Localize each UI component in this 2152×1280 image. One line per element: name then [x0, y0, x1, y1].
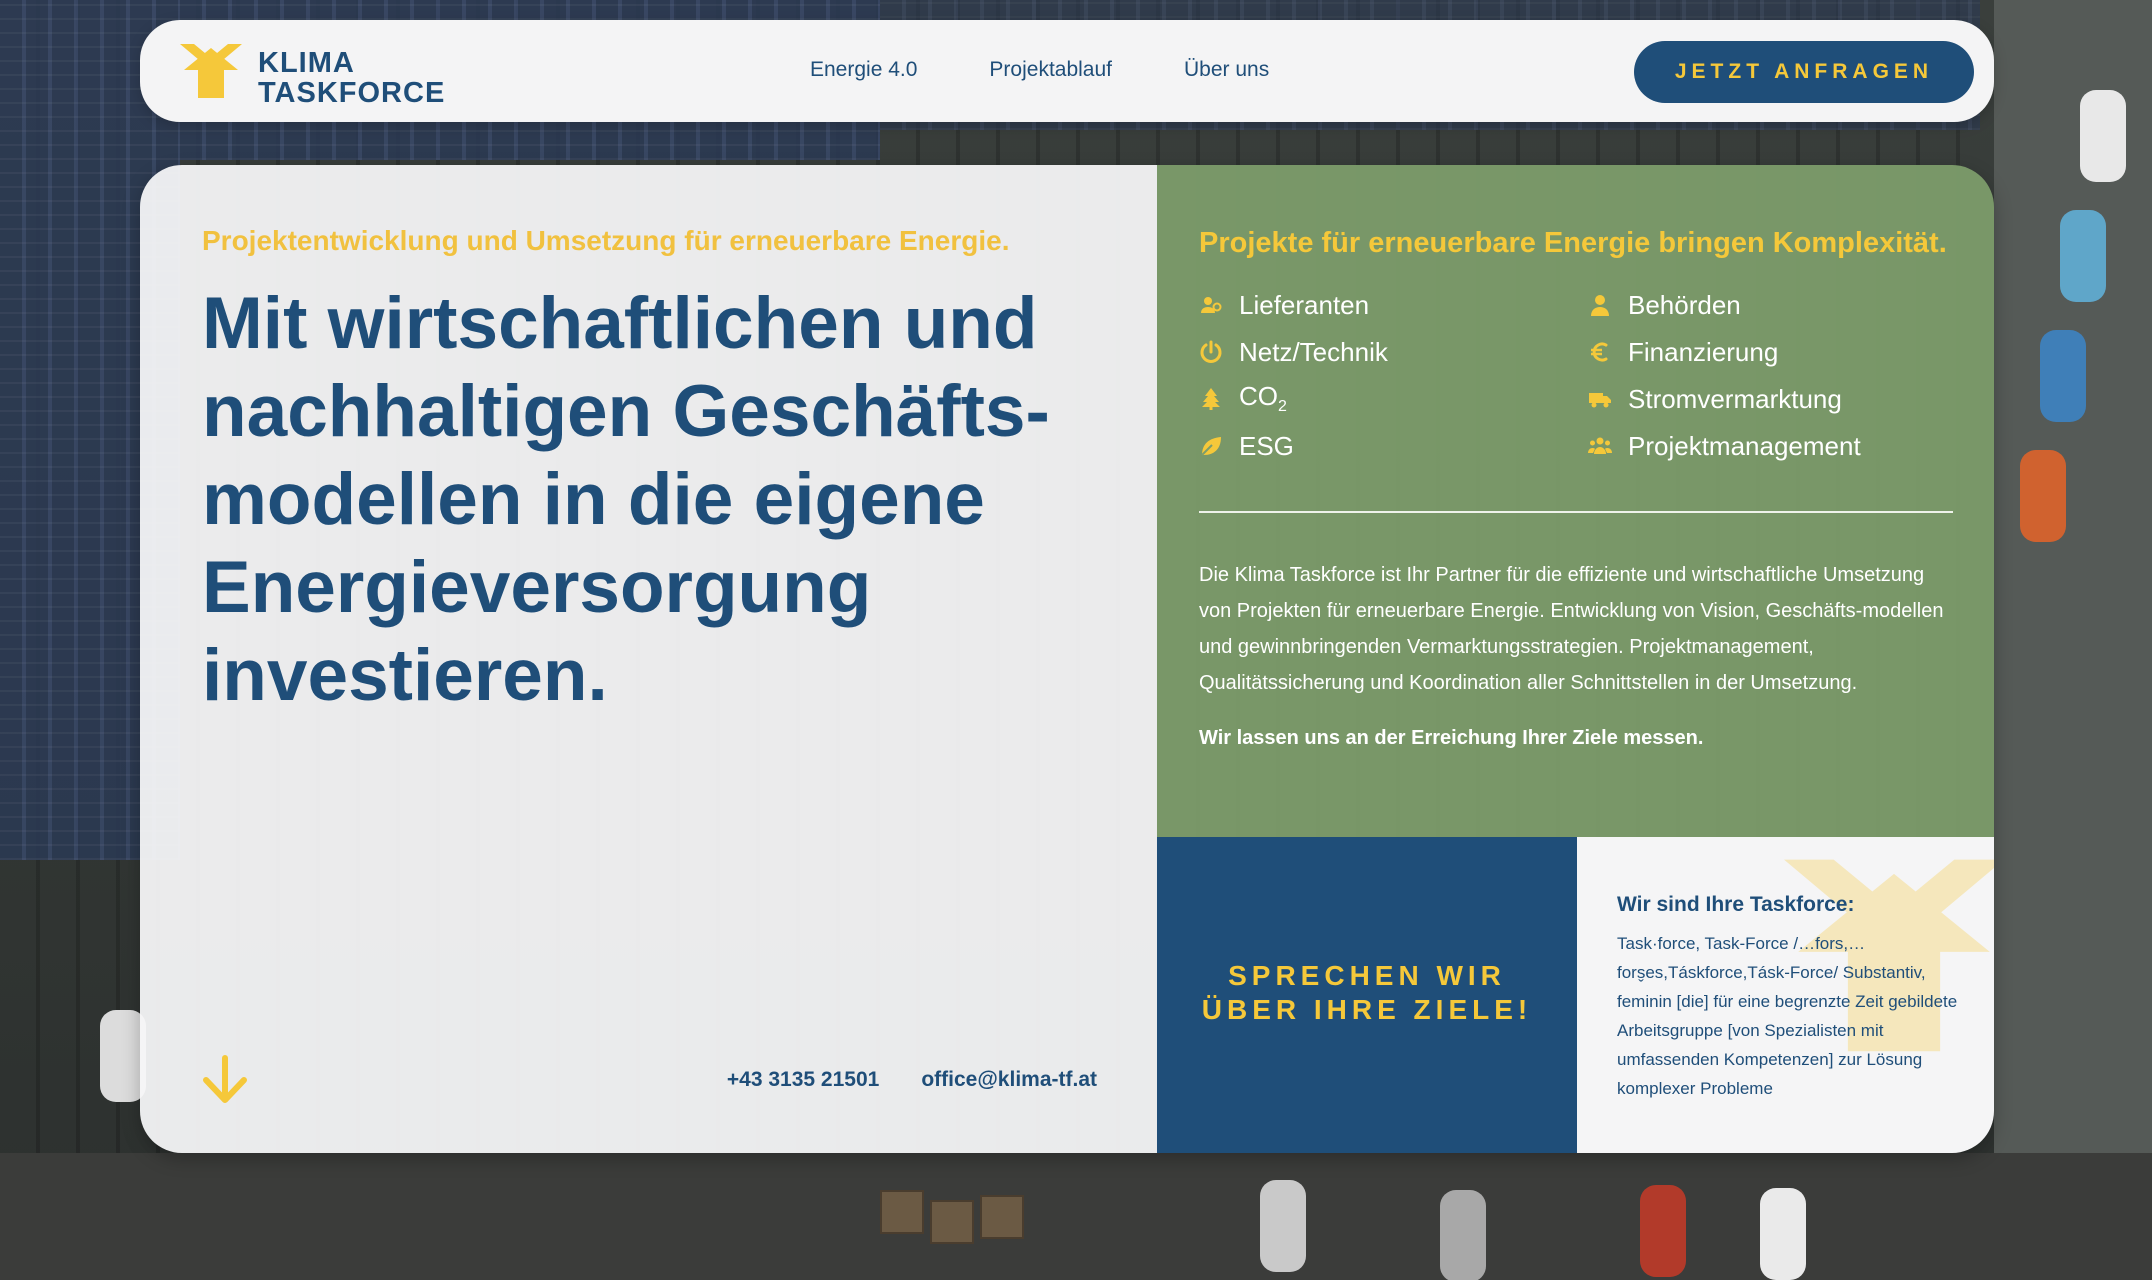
authority-icon	[1588, 293, 1612, 317]
complexity-title: Projekte für erneuerbare Energie bringen…	[1199, 227, 1947, 259]
talk-goals-button[interactable]: SPRECHEN WIR ÜBER IHRE ZIELE!	[1157, 837, 1577, 1153]
feature-label: ESG	[1239, 430, 1294, 461]
hero-eyebrow: Projektentwicklung und Umsetzung für ern…	[202, 225, 1010, 256]
feature-label: Behörden	[1628, 289, 1741, 320]
tree-icon	[1199, 387, 1223, 411]
complexity-panel: Projekte für erneuerbare Energie bringen…	[1157, 165, 1994, 837]
feature-item-esg: ESG	[1199, 428, 1588, 464]
talk-line-2: ÜBER IHRE ZIELE!	[1201, 994, 1533, 1025]
car	[2060, 210, 2106, 302]
nav-link-projektablauf[interactable]: Projektablauf	[989, 58, 1112, 82]
feature-label: Lieferanten	[1239, 289, 1370, 320]
arrow-up-logo-icon	[180, 44, 242, 98]
car	[2020, 450, 2066, 542]
hero-panel: Projektentwicklung und Umsetzung für ern…	[140, 165, 1157, 1153]
feature-item-behoerden: Behörden	[1588, 287, 1959, 323]
truck-icon	[1588, 387, 1612, 411]
arrow-down-icon[interactable]	[202, 1055, 248, 1105]
nav-link-energie[interactable]: Energie 4.0	[810, 58, 917, 82]
hero-card: Projektentwicklung und Umsetzung für ern…	[140, 165, 1994, 1153]
feature-list: Lieferanten Behörden Netz/Technik Finanz…	[1199, 287, 1959, 464]
brand-line-1: KLIMA	[258, 47, 355, 79]
main-nav: Energie 4.0 Projektablauf Über uns	[810, 58, 1269, 82]
brand-logo[interactable]: KLIMA TASKFORCE	[180, 44, 444, 108]
parking-lot	[0, 1153, 2152, 1280]
talk-line-1: SPRECHEN WIR	[1228, 960, 1506, 991]
feature-item-finanzierung: Finanzierung	[1588, 334, 1959, 370]
section-divider	[1199, 511, 1953, 513]
power-icon	[1199, 340, 1223, 364]
hero-headline: Mit wirtschaftlichen und nachhaltigen Ge…	[202, 283, 1050, 716]
team-icon	[1588, 434, 1612, 458]
feature-item-netz-technik: Netz/Technik	[1199, 334, 1588, 370]
brand-wordmark: KLIMA TASKFORCE	[258, 48, 445, 108]
car	[1260, 1180, 1306, 1272]
email-link[interactable]: office@klima-tf.at	[921, 1068, 1097, 1092]
street	[1994, 0, 2152, 1280]
feature-item-stromvermarktung: Stromvermarktung	[1588, 381, 1959, 417]
nav-link-ueber-uns[interactable]: Über uns	[1184, 58, 1269, 82]
definition-body: Task·force, Task-Force /…fors,… fors̬es,…	[1617, 934, 1958, 1098]
feature-item-co2: CO2	[1199, 381, 1588, 417]
car	[2080, 90, 2126, 182]
feature-label: Finanzierung	[1628, 336, 1779, 367]
inquiry-button[interactable]: JETZT ANFRAGEN	[1634, 41, 1974, 103]
contact-info: +43 3135 21501 office@klima-tf.at	[727, 1068, 1097, 1092]
co2-text: CO	[1239, 381, 1278, 412]
definition-title: Wir sind Ihre Taskforce:	[1617, 893, 1855, 916]
feature-item-projektmanagement: Projektmanagement	[1588, 428, 1959, 464]
euro-icon	[1588, 340, 1612, 364]
brand-line-2: TASKFORCE	[258, 77, 446, 109]
feature-label: Netz/Technik	[1239, 336, 1388, 367]
crate	[930, 1200, 974, 1244]
talk-goals-label: SPRECHEN WIR ÜBER IHRE ZIELE!	[1157, 959, 1577, 1027]
feature-item-lieferanten: Lieferanten	[1199, 287, 1588, 323]
feature-label: Projektmanagement	[1628, 430, 1861, 461]
co2-subscript: 2	[1278, 398, 1287, 416]
leaf-icon	[1199, 434, 1223, 458]
car	[1640, 1185, 1686, 1277]
feature-label: Stromvermarktung	[1628, 383, 1842, 414]
car	[1760, 1188, 1806, 1280]
navbar: KLIMA TASKFORCE Energie 4.0 Projektablau…	[140, 20, 1994, 122]
partner-description: Die Klima Taskforce ist Ihr Partner für …	[1199, 564, 1944, 694]
crate	[980, 1195, 1024, 1239]
suppliers-icon	[1199, 293, 1223, 317]
claim-text: Wir lassen uns an der Erreichung Ihrer Z…	[1199, 727, 1704, 749]
car	[1440, 1190, 1486, 1280]
crate	[880, 1190, 924, 1234]
phone-link[interactable]: +43 3135 21501	[727, 1068, 879, 1092]
car	[2040, 330, 2086, 422]
definition-panel: Wir sind Ihre Taskforce: Task·force, Tas…	[1577, 837, 1994, 1153]
feature-label: CO2	[1239, 381, 1287, 416]
